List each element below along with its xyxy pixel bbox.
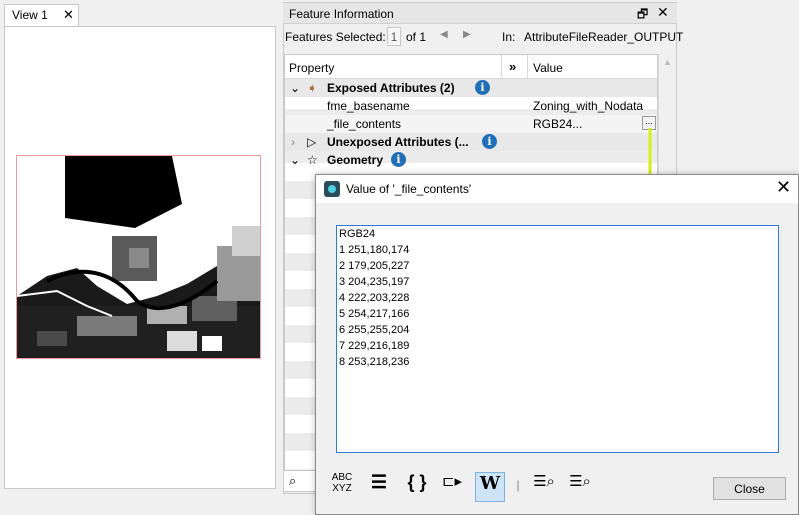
tree-row-file-contents[interactable]: _file_contents RGB24... ... [285,115,657,133]
tree-row-label: Exposed Attributes (2) [327,81,455,95]
zoning-raster-image [16,156,260,358]
info-icon[interactable]: i [482,134,497,149]
source-port-label: AttributeFileReader_OUTPUT [524,30,684,44]
expand-icon[interactable]: › [291,135,295,149]
tree-row-label: Unexposed Attributes (... [327,135,469,149]
toolbar-separator: | [516,478,520,492]
tree-header: Property » Value [285,55,657,79]
close-button[interactable]: Close [713,477,786,500]
tree-row-unexposed-attributes[interactable]: › ▷ Unexposed Attributes (... i [285,133,657,151]
panel-title: Feature Information [289,7,394,21]
collapse-icon[interactable]: ⌄ [290,153,300,167]
word-wrap-toggle[interactable]: W [475,472,505,502]
close-icon[interactable]: ✕ [63,7,74,23]
value-text-area[interactable]: RGB24 1 251,180,174 2 179,205,227 3 204,… [336,225,779,453]
find-icon[interactable]: ☰⌕ [530,472,558,502]
text-line: 3 204,235,197 [339,276,410,288]
fme-app-icon [324,181,340,197]
close-icon[interactable]: ✕ [776,177,791,198]
geometry-icon: ☆ [307,153,318,167]
restore-icon[interactable]: 🗗 [637,5,648,26]
dialog-toolbar: ABC XYZ ☰ { } ⊏▸ W | ☰⌕ ☰⌕ [328,472,591,504]
value-dialog: Value of '_file_contents' ✕ RGB24 1 251,… [315,174,799,515]
text-line: 7 229,216,189 [339,340,410,352]
previous-feature-button[interactable]: ◀ [440,29,448,40]
dialog-title-bar: Value of '_file_contents' ✕ [316,175,798,203]
attribute-value: RGB24... [533,117,583,131]
json-format-icon[interactable]: { } [402,472,432,502]
in-label: In: [502,30,516,44]
attribute-value: Zoning_with_Nodata [533,99,644,113]
column-value[interactable]: Value [533,61,563,75]
attribute-name: _file_contents [327,117,402,131]
total-count: of 1 [406,30,427,44]
features-selected-row: Features Selected: 1 of 1 ◀ ▶ In: Attrib… [285,27,683,47]
collapse-icon[interactable]: ⌄ [290,81,300,95]
close-icon[interactable]: ✕ [657,4,669,21]
split-view-icon[interactable]: ⊏▸ [438,472,466,502]
selected-index-field[interactable]: 1 [387,27,401,46]
tab-view-1[interactable]: View 1 ✕ [4,4,79,26]
info-icon[interactable]: i [391,152,406,167]
tree-row-geometry[interactable]: ⌄ ☆ Geometry i [285,151,657,169]
dialog-title: Value of '_file_contents' [346,182,472,196]
column-property[interactable]: Property [289,61,334,75]
text-line: RGB24 [339,228,376,240]
info-icon[interactable]: i [475,80,490,95]
tab-label: View 1 [12,8,48,22]
next-feature-button[interactable]: ▶ [463,29,471,40]
text-line: 2 179,205,227 [339,260,410,272]
text-line: 5 254,217,166 [339,308,410,320]
panel-title-bar: Feature Information 🗗 ✕ [283,3,677,24]
tree-row-exposed-attributes[interactable]: ⌄ ➧ Exposed Attributes (2) i [285,79,657,97]
numbered-list-icon[interactable]: ☰ [366,472,392,502]
scroll-up-icon[interactable]: ▲ [663,57,672,67]
attribute-name: fme_basename [327,99,410,113]
text-line: 8 253,218,236 [339,356,410,368]
text-line: 1 251,180,174 [339,244,410,256]
unexposed-attributes-icon: ▷ [307,135,317,149]
find-next-icon[interactable]: ☰⌕ [566,472,594,502]
features-selected-label: Features Selected: [285,30,386,44]
expand-columns-button[interactable]: » [509,59,516,74]
exposed-attributes-icon: ➧ [307,81,318,95]
tree-row-fme-basename[interactable]: fme_basename Zoning_with_Nodata [285,97,657,115]
search-icon: ⌕ [289,473,297,488]
search-field[interactable]: ⌕ [283,470,317,492]
text-case-button[interactable]: ABC XYZ [328,472,356,502]
text-line: 6 255,255,204 [339,324,410,336]
text-line: 4 222,203,228 [339,292,410,304]
tree-row-label: Geometry [327,153,384,167]
raster-preview [16,155,261,359]
